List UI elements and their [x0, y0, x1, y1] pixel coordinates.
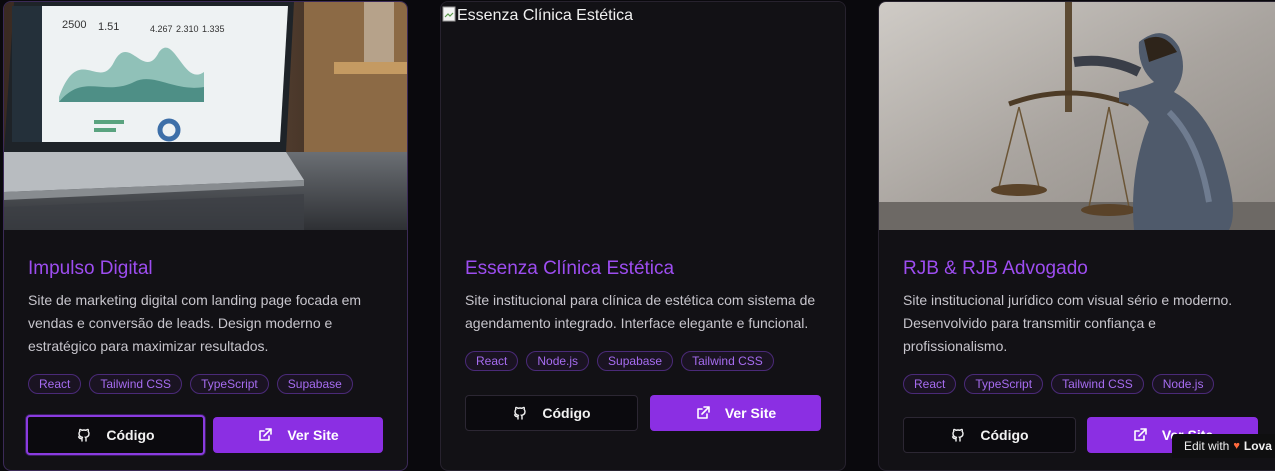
justice-statue-photo	[879, 2, 1275, 230]
tech-tag: React	[903, 374, 957, 394]
broken-image: Essenza Clínica Estética	[442, 6, 633, 25]
code-button-label: Código	[980, 427, 1029, 443]
project-title: Impulso Digital	[28, 258, 153, 279]
tag-list: React Node.js Supabase Tailwind CSS	[465, 351, 774, 371]
code-button-label: Código	[542, 405, 591, 421]
external-link-icon	[259, 428, 273, 441]
project-image: 2500 1.51 4.267 2.310 1.335	[4, 2, 407, 230]
external-link-icon	[697, 406, 710, 419]
tech-tag: React	[465, 351, 519, 371]
code-button[interactable]: Código	[465, 395, 638, 431]
code-button[interactable]: Código	[903, 417, 1076, 453]
project-image	[879, 2, 1275, 230]
external-link-icon	[1134, 428, 1147, 441]
laptop-screen-number: 2.310	[176, 24, 199, 34]
project-card: 2500 1.51 4.267 2.310 1.335 Impulso Digi…	[3, 1, 408, 471]
code-button[interactable]: Código	[26, 415, 205, 455]
laptop-screen-number: 4.267	[150, 24, 173, 34]
tech-tag: TypeScript	[190, 374, 269, 394]
project-description: Site institucional para clínica de estét…	[465, 292, 816, 331]
project-description: Site institucional jurídico com visual s…	[903, 292, 1233, 354]
edit-with-badge[interactable]: Edit with ♥ Lova	[1172, 434, 1275, 458]
view-site-button-label: Ver Site	[287, 427, 339, 443]
project-card: RJB & RJB Advogado Site institucional ju…	[878, 1, 1275, 471]
view-site-button-label: Ver Site	[724, 405, 777, 421]
tech-tag: TypeScript	[964, 374, 1044, 394]
laptop-screen-number: 1.51	[98, 21, 119, 33]
tech-tag: Node.js	[526, 351, 590, 371]
project-title: Essenza Clínica Estética	[465, 258, 675, 279]
view-site-button[interactable]: Ver Site	[650, 395, 821, 431]
laptop-screen-number: 2500	[62, 19, 86, 31]
laptop-dashboard-photo: 2500 1.51 4.267 2.310 1.335	[4, 2, 407, 230]
edit-badge-brand: Lova	[1243, 439, 1272, 453]
tech-tag: Tailwind CSS	[681, 351, 774, 371]
tech-tag: Supabase	[597, 351, 674, 371]
tech-tag: Tailwind CSS	[89, 374, 183, 394]
project-card: Essenza Clínica Estética Essenza Clínica…	[440, 1, 846, 471]
project-title: RJB & RJB Advogado	[903, 258, 1088, 279]
image-alt-text: Essenza Clínica Estética	[457, 7, 634, 24]
tag-list: React Tailwind CSS TypeScript Supabase	[28, 374, 353, 394]
tech-tag: Tailwind CSS	[1051, 374, 1144, 394]
tech-tag: Supabase	[276, 374, 353, 394]
laptop-screen-number: 1.335	[202, 24, 225, 34]
broken-image-icon	[442, 6, 456, 22]
tech-tag: Node.js	[1151, 374, 1215, 394]
code-button-label: Código	[106, 427, 155, 443]
tech-tag: React	[28, 374, 82, 394]
github-icon	[952, 428, 965, 442]
project-image: Essenza Clínica Estética	[441, 2, 845, 230]
project-description: Site de marketing digital com landing pa…	[28, 292, 362, 354]
view-site-button[interactable]: Ver Site	[213, 417, 383, 453]
edit-badge-prefix: Edit with	[1184, 439, 1230, 453]
github-icon	[78, 428, 91, 442]
heart-icon: ♥	[1233, 440, 1240, 452]
tag-list: React TypeScript Tailwind CSS Node.js	[903, 374, 1215, 394]
github-icon	[514, 406, 527, 420]
